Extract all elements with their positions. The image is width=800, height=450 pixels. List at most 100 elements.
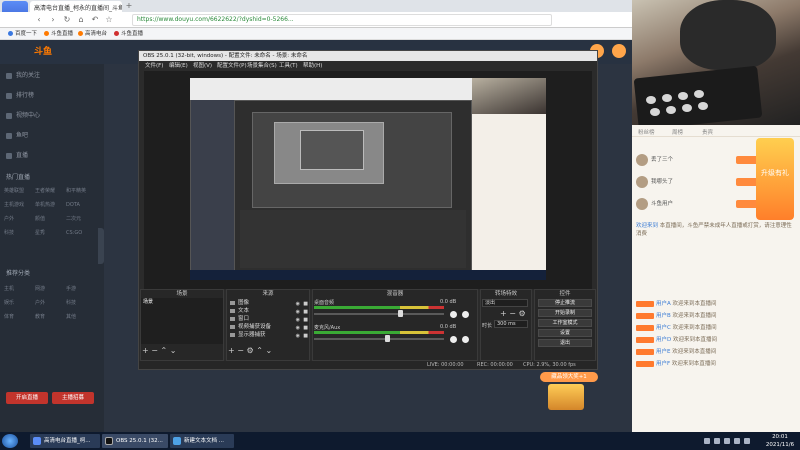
bookmark-item[interactable]: 斗鱼直播	[44, 29, 73, 39]
add-icon[interactable]: +	[228, 346, 235, 355]
transition-select[interactable]: 淡出	[482, 299, 528, 307]
source-item[interactable]: 视频捕获设备 ◉ ■	[228, 323, 310, 331]
start-recording-button[interactable]: 开始录制	[538, 309, 592, 317]
volume-icon[interactable]	[734, 438, 740, 444]
source-item[interactable]: 显示器捕获 ◉ ■	[228, 331, 310, 339]
move-up-icon[interactable]: ⌃	[161, 346, 168, 355]
sidebar-grid-row[interactable]: 英雄联盟 王者荣耀 和平精英	[4, 186, 102, 196]
chat-message: 用户D 欢迎来到本直播间	[636, 336, 796, 344]
browser-tab[interactable]: 高清电台直播_柯永的直播间_斗鱼直播	[30, 1, 122, 12]
sidebar-grid-row[interactable]: 户外 颜值 二次元	[4, 214, 102, 224]
tab-fans[interactable]: 粉丝榜	[638, 128, 655, 136]
taskbar-item[interactable]: OBS 25.0.1 (32...	[102, 434, 168, 448]
lock-icon[interactable]: ■	[303, 332, 308, 340]
volume-fader[interactable]	[314, 313, 444, 315]
tab-vip[interactable]: 贵宾	[702, 128, 713, 136]
speaker-icon[interactable]	[450, 336, 457, 343]
sidebar-grid-row[interactable]: 娱乐 户外 科技	[4, 298, 102, 308]
volume-fader-knob[interactable]	[397, 310, 403, 317]
studio-mode-button[interactable]: 工作室模式	[538, 319, 592, 327]
sidebar-item-video[interactable]: 视频中心	[6, 110, 102, 122]
undo-icon[interactable]: ↶	[90, 14, 100, 25]
scene-item[interactable]: 场景	[141, 299, 223, 306]
stop-streaming-button[interactable]: 停止推流	[538, 299, 592, 307]
treasure-chest-icon[interactable]	[548, 384, 584, 410]
sidebar-grid-row[interactable]: 主机游戏 单机热游 DOTA	[4, 200, 102, 210]
move-down-icon[interactable]: ⌄	[170, 346, 177, 355]
exit-button[interactable]: 退出	[538, 339, 592, 347]
source-item[interactable]: 图像 ◉ ■	[228, 299, 310, 307]
volume-fader-knob[interactable]	[384, 335, 390, 342]
add-icon[interactable]: +	[500, 309, 507, 318]
speaker-icon[interactable]	[450, 311, 457, 318]
arcade-button	[650, 108, 660, 116]
forward-icon[interactable]: ›	[48, 14, 58, 25]
bookmark-icon	[8, 31, 13, 36]
site-logo[interactable]: 斗鱼	[34, 44, 124, 60]
home-icon[interactable]: ⌂	[76, 14, 86, 25]
avatar[interactable]	[612, 44, 626, 58]
volume-fader[interactable]	[314, 338, 444, 340]
sidebar-item-yuba[interactable]: 鱼吧	[6, 130, 102, 142]
cpu-fps: CPU: 2.9%, 30.00 fps	[523, 362, 576, 368]
menu-help[interactable]: 帮助(H)	[303, 61, 322, 71]
remove-icon[interactable]: −	[151, 346, 158, 355]
settings-button[interactable]: 设置	[538, 329, 592, 337]
sidebar-grid-row[interactable]: 主机 网游 手游	[4, 284, 102, 294]
gear-icon[interactable]	[462, 311, 469, 318]
bookmark-item[interactable]: 斗鱼直播	[114, 29, 143, 39]
image-icon	[230, 301, 235, 305]
promo-banner[interactable]: 升级有礼	[756, 138, 794, 220]
eye-icon[interactable]: ◉	[296, 332, 300, 340]
menu-file[interactable]: 文件(F)	[145, 61, 163, 71]
source-item[interactable]: 窗口 ◉ ■	[228, 315, 310, 323]
arcade-button	[666, 106, 676, 114]
move-up-icon[interactable]: ⌃	[256, 346, 263, 355]
start-live-button[interactable]: 开启直播	[6, 392, 48, 404]
new-tab-icon[interactable]: +	[124, 1, 134, 11]
menu-profile[interactable]: 配置文件(P)	[217, 61, 247, 71]
ime-icon[interactable]	[744, 438, 750, 444]
reload-icon[interactable]: ↻	[62, 14, 72, 25]
tray-icon[interactable]	[714, 438, 720, 444]
preview-nested-mixer	[240, 210, 466, 268]
clock[interactable]: 20:01 2021/11/6	[762, 433, 798, 449]
gear-icon[interactable]	[462, 336, 469, 343]
taskbar-item[interactable]: 新建文本文档 ...	[170, 434, 234, 448]
browser-icon	[33, 437, 41, 445]
obs-status-bar: LIVE: 00:00:00 REC: 00:00:00 CPU: 2.9%, …	[139, 361, 597, 369]
move-down-icon[interactable]: ⌄	[265, 346, 272, 355]
url-bar[interactable]: https://www.douyu.com/6622622/?dyshid=0-…	[132, 14, 552, 26]
sidebar-item-live[interactable]: 直播	[6, 150, 102, 162]
gear-icon[interactable]: ⚙	[519, 309, 526, 318]
sidebar-item-follow[interactable]: 我的关注	[6, 70, 102, 82]
bookmark-item[interactable]: 百度一下	[8, 29, 37, 39]
menu-edit[interactable]: 编辑(E)	[169, 61, 188, 71]
back-icon[interactable]: ‹	[34, 14, 44, 25]
bookmark-item[interactable]: 高清电台	[78, 29, 107, 39]
remove-icon[interactable]: −	[509, 309, 516, 318]
menu-scene-collection[interactable]: 场景集合(S)	[247, 61, 277, 71]
obs-title-bar[interactable]: OBS 25.0.1 (32-bit, windows) - 配置文件: 未命名…	[139, 51, 597, 61]
menu-view[interactable]: 视图(V)	[193, 61, 212, 71]
remove-icon[interactable]: −	[237, 346, 244, 355]
add-icon[interactable]: +	[142, 346, 149, 355]
menu-tools[interactable]: 工具(T)	[279, 61, 298, 71]
source-item[interactable]: 文本 ◉ ■	[228, 307, 310, 315]
sidebar-grid-row[interactable]: 科技 星秀 CS:GO	[4, 228, 102, 238]
recruit-button[interactable]: 主播招募	[52, 392, 94, 404]
network-icon[interactable]	[724, 438, 730, 444]
sidebar-grid-row[interactable]: 体育 教育 其他	[4, 312, 102, 322]
clock-time: 20:01	[772, 434, 788, 440]
taskbar-item[interactable]: 高清电台直播_柯...	[30, 434, 100, 448]
duration-input[interactable]: 300 ms	[494, 320, 528, 328]
level-badge	[636, 324, 654, 331]
rec-time: REC: 00:00:00	[477, 362, 513, 368]
tab-week[interactable]: 周榜	[672, 128, 683, 136]
sidebar-item-rank[interactable]: 排行榜	[6, 90, 102, 102]
star-icon[interactable]: ☆	[104, 14, 114, 25]
tray-icon[interactable]	[704, 438, 710, 444]
webcam-person	[680, 0, 776, 70]
start-button[interactable]	[2, 434, 18, 448]
gear-icon[interactable]: ⚙	[247, 346, 254, 355]
